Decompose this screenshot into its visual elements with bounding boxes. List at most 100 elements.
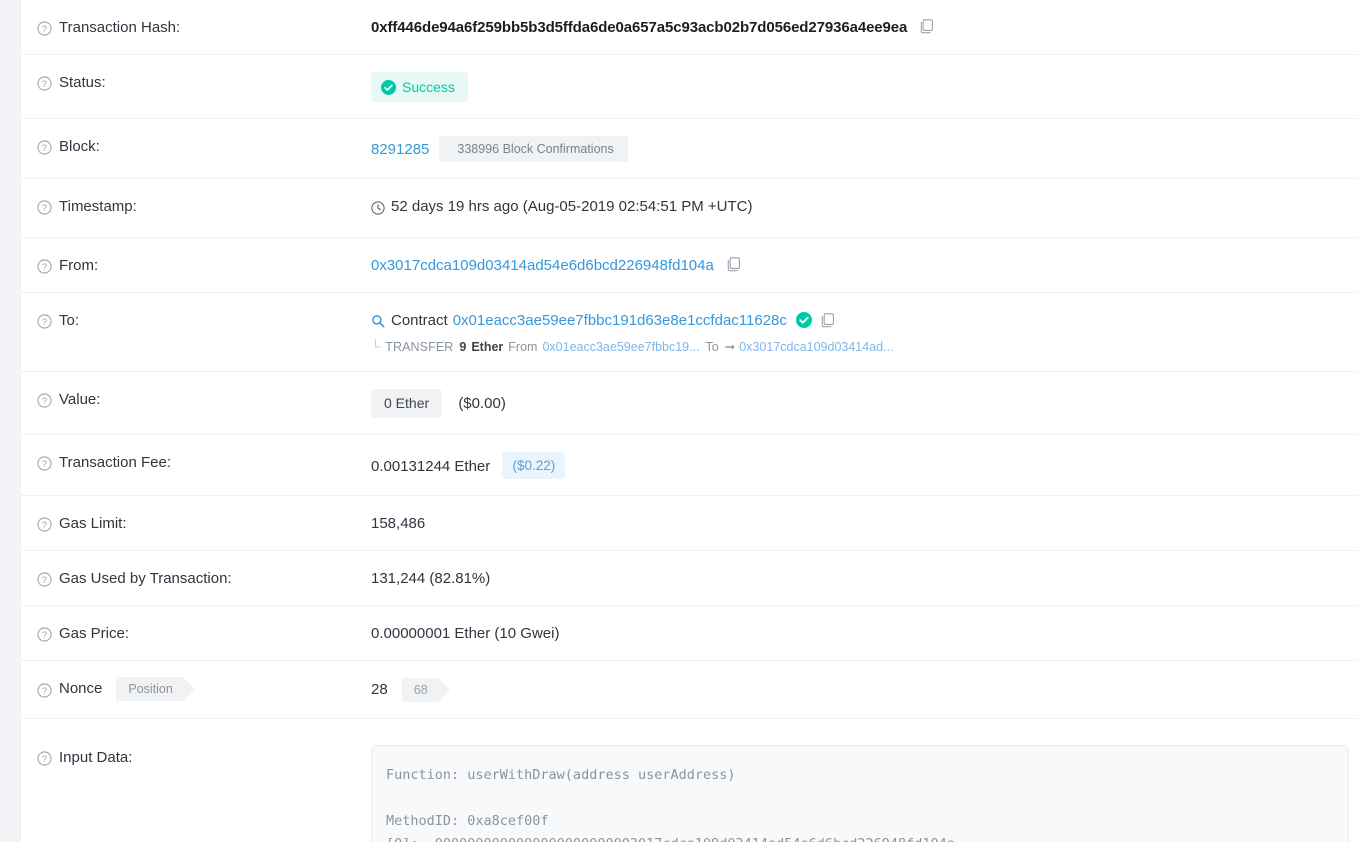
value-input-data: Function: userWithDraw(address userAddre… — [371, 730, 1358, 842]
help-icon[interactable]: ? — [37, 76, 52, 91]
label-text: Block: — [59, 138, 100, 155]
label-status: ? Status: — [37, 55, 371, 93]
help-icon[interactable]: ? — [37, 21, 52, 36]
svg-text:?: ? — [42, 261, 47, 271]
transfer-to-address-link[interactable]: 0x3017cdca109d03414ad... — [739, 339, 893, 355]
block-confirmations-badge: 338996 Block Confirmations — [439, 136, 628, 162]
position-badge: Position — [116, 676, 196, 701]
fee-usd-badge: ($0.22) — [502, 451, 566, 479]
row-input-data: ? Input Data: Function: userWithDraw(add… — [21, 719, 1358, 842]
row-nonce: ? Nonce Position 28 68 — [21, 661, 1358, 719]
svg-text:?: ? — [42, 24, 47, 34]
svg-text:?: ? — [42, 753, 47, 763]
value-block: 8291285 338996 Block Confirmations — [371, 119, 1358, 178]
value-to: Contract 0x01eacc3ae59ee7fbbc191d63e8e1c… — [371, 293, 1358, 371]
label-text: Value: — [59, 390, 101, 408]
transaction-details-page: ? Transaction Hash: 0xff446de94a6f259bb5… — [0, 0, 1358, 842]
transaction-hash-value: 0xff446de94a6f259bb5b3d5ffda6de0a657a5c9… — [371, 19, 908, 36]
from-address-link[interactable]: 0x3017cdca109d03414ad54e6d6bcd226948fd10… — [371, 257, 714, 274]
help-icon[interactable]: ? — [37, 313, 52, 329]
value-timestamp: 52 days 19 hrs ago (Aug-05-2019 02:54:51… — [371, 179, 1358, 237]
status-badge: Success — [371, 72, 468, 102]
copy-icon[interactable] — [821, 312, 835, 328]
timestamp-line: 52 days 19 hrs ago (Aug-05-2019 02:54:51… — [371, 196, 752, 217]
label-text: To: — [59, 311, 80, 329]
to-main-line: Contract 0x01eacc3ae59ee7fbbc191d63e8e1c… — [371, 310, 1358, 331]
svg-text:?: ? — [42, 316, 47, 326]
label-transaction-fee: ? Transaction Fee: — [37, 435, 371, 473]
help-icon[interactable]: ? — [37, 258, 52, 274]
timestamp-text: 52 days 19 hrs ago (Aug-05-2019 02:54:51… — [391, 198, 753, 215]
label-text: From: — [59, 256, 99, 274]
label-gas-limit: ? Gas Limit: — [37, 496, 371, 534]
value-transaction-fee: 0.00131244 Ether ($0.22) — [371, 435, 1358, 495]
transfer-unit: Ether — [471, 339, 504, 354]
value-usd: ($0.00) — [458, 394, 506, 412]
help-icon[interactable]: ? — [37, 750, 52, 766]
row-transaction-hash: ? Transaction Hash: 0xff446de94a6f259bb5… — [21, 0, 1358, 55]
help-icon[interactable]: ? — [37, 200, 52, 215]
label-text: Transaction Fee: — [59, 453, 171, 471]
value-nonce: 28 68 — [371, 661, 1358, 718]
block-number-link[interactable]: 8291285 — [371, 139, 429, 160]
check-circle-icon — [381, 79, 396, 95]
help-icon[interactable]: ? — [37, 626, 52, 642]
label-text: Timestamp: — [59, 198, 137, 215]
svg-text:?: ? — [42, 203, 47, 213]
help-icon[interactable]: ? — [37, 455, 52, 471]
value-transaction-hash: 0xff446de94a6f259bb5b3d5ffda6de0a657a5c9… — [371, 0, 1358, 54]
verified-contract-icon — [795, 312, 812, 328]
label-timestamp: ? Timestamp: — [37, 179, 371, 217]
help-icon[interactable]: ? — [37, 682, 52, 698]
row-to: ? To: Contract 0x01eacc3ae59ee7fbbc191d6… — [21, 293, 1358, 372]
help-icon[interactable]: ? — [37, 571, 52, 587]
help-icon[interactable]: ? — [37, 140, 52, 155]
value-from: 0x3017cdca109d03414ad54e6d6bcd226948fd10… — [371, 238, 1358, 292]
transfer-label: TRANSFER — [385, 339, 454, 354]
svg-text:?: ? — [42, 629, 47, 639]
row-from: ? From: 0x3017cdca109d03414ad54e6d6bcd22… — [21, 238, 1358, 293]
input-data-textarea[interactable]: Function: userWithDraw(address userAddre… — [371, 744, 1349, 842]
clock-icon — [371, 200, 385, 215]
fee-ether: 0.00131244 Ether — [371, 457, 491, 475]
label-text: Gas Limit: — [59, 514, 127, 532]
label-transaction-hash: ? Transaction Hash: — [37, 0, 371, 38]
help-icon[interactable]: ? — [37, 392, 52, 408]
value-amount: 0 Ether ($0.00) — [371, 372, 1358, 434]
svg-text:?: ? — [42, 458, 47, 468]
nonce-value: 28 — [371, 680, 388, 698]
internal-transfer-line: └ TRANSFER 9 Ether From 0x01eacc3ae59ee7… — [371, 339, 1358, 355]
status-text: Success — [402, 79, 455, 95]
arrow-right-icon: ➞ — [724, 339, 736, 354]
contract-label: Contract — [391, 311, 448, 329]
transfer-from-label: From — [508, 339, 538, 354]
magnifying-glass-icon[interactable] — [371, 313, 385, 328]
tree-branch-icon: └ — [371, 339, 381, 354]
svg-text:?: ? — [42, 395, 47, 405]
row-gas-price: ? Gas Price: 0.00000001 Ether (10 Gwei) — [21, 606, 1358, 661]
label-block: ? Block: — [37, 119, 371, 157]
svg-text:?: ? — [42, 685, 47, 695]
copy-icon[interactable] — [920, 19, 934, 34]
value-gas-price: 0.00000001 Ether (10 Gwei) — [371, 624, 560, 642]
label-from: ? From: — [37, 238, 371, 276]
label-gas-used: ? Gas Used by Transaction: — [37, 551, 371, 589]
svg-text:?: ? — [42, 519, 47, 529]
label-text: Status: — [59, 74, 106, 91]
label-to: ? To: — [37, 293, 371, 331]
position-value-badge: 68 — [401, 677, 450, 702]
row-transaction-fee: ? Transaction Fee: 0.00131244 Ether ($0.… — [21, 435, 1358, 496]
row-value: ? Value: 0 Ether ($0.00) — [21, 372, 1358, 435]
block-line: 8291285 338996 Block Confirmations — [371, 136, 1358, 162]
copy-icon[interactable] — [727, 256, 741, 272]
transfer-from-address-link[interactable]: 0x01eacc3ae59ee7fbbc19... — [542, 339, 699, 355]
to-contract-address-link[interactable]: 0x01eacc3ae59ee7fbbc191d63e8e1ccfdac1162… — [453, 310, 787, 331]
label-text: Gas Price: — [59, 624, 130, 642]
help-icon[interactable]: ? — [37, 516, 52, 532]
label-text: Nonce — [59, 679, 103, 697]
row-gas-limit: ? Gas Limit: 158,486 — [21, 496, 1358, 551]
row-block: ? Block: 8291285 338996 Block Confirmati… — [21, 119, 1358, 179]
label-input-data: ? Input Data: — [37, 730, 371, 768]
value-status: Success — [371, 55, 1358, 118]
row-gas-used: ? Gas Used by Transaction: 131,244 (82.8… — [21, 551, 1358, 606]
